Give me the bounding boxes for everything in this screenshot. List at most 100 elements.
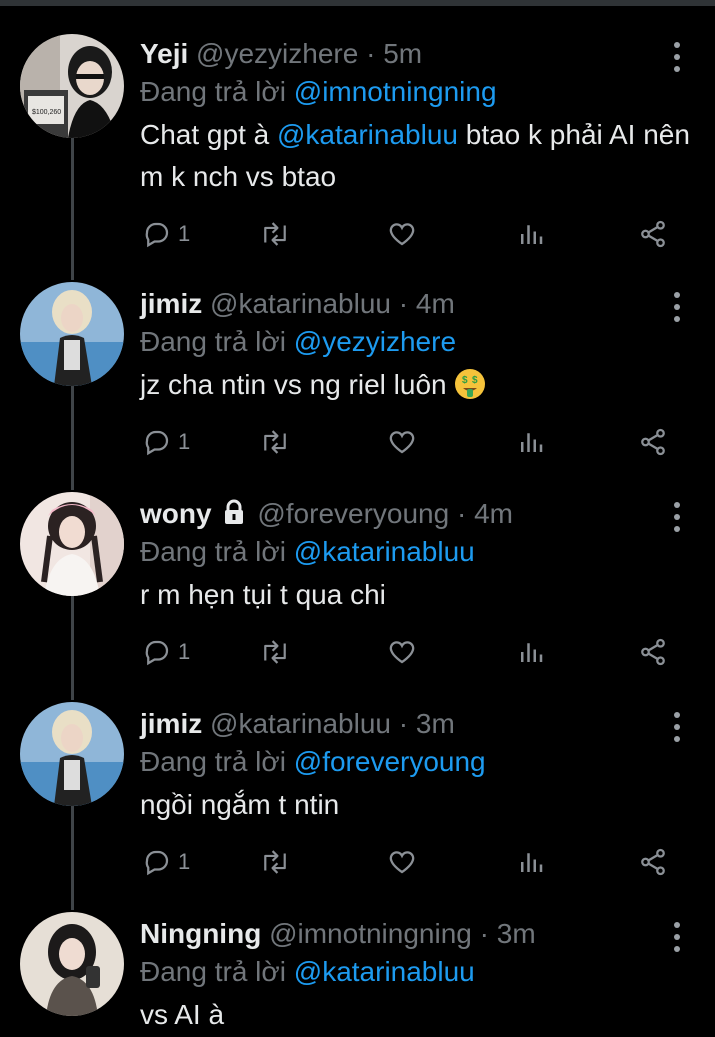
replying-to-label: Đang trả lời: [140, 746, 286, 777]
tweet[interactable]: wony @foreveryoung · 4m Đang trả lời @ka…: [0, 490, 715, 685]
tweet-text: vs AI à: [140, 994, 695, 1036]
reply-icon: [145, 430, 169, 456]
reply-button[interactable]: 1: [142, 632, 190, 672]
tweet-text: ngồi ngắm t ntin: [140, 784, 695, 826]
replying-to-label: Đang trả lời: [140, 536, 286, 567]
replying-to-mention[interactable]: @yezyizhere: [294, 326, 456, 357]
more-vertical-icon[interactable]: [664, 290, 690, 326]
username[interactable]: @katarinabluu: [210, 708, 391, 739]
views-button[interactable]: [516, 422, 546, 462]
more-vertical-icon[interactable]: [664, 40, 690, 76]
separator-dot: ·: [398, 708, 409, 739]
avatar[interactable]: [20, 912, 124, 1016]
views-icon: [521, 433, 543, 452]
share-icon: [641, 428, 665, 456]
svg-text:$: $: [472, 375, 478, 386]
replying-to-label: Đang trả lời: [140, 76, 286, 107]
retweet-icon: [264, 850, 286, 874]
retweet-button[interactable]: [258, 842, 292, 882]
tweet[interactable]: jimiz @katarinabluu · 4m Đang trả lời @y…: [0, 280, 715, 475]
tweet[interactable]: jimiz @katarinabluu · 3m Đang trả lời @f…: [0, 700, 715, 895]
retweet-button[interactable]: [258, 214, 292, 254]
replying-to: Đang trả lời @imnotningning: [140, 76, 497, 108]
like-button[interactable]: [386, 632, 418, 672]
separator-dot: ·: [479, 918, 489, 949]
username[interactable]: @foreveryoung: [257, 498, 449, 529]
reply-icon: [145, 850, 169, 876]
tweet-header: Ningning @imnotningning · 3m: [140, 918, 536, 950]
views-icon: [521, 643, 543, 662]
avatar[interactable]: $100,260: [20, 34, 124, 138]
views-button[interactable]: [516, 632, 546, 672]
tweet-text-part: Chat gpt à: [140, 119, 277, 150]
reply-button[interactable]: 1: [142, 842, 190, 882]
views-button[interactable]: [516, 214, 546, 254]
views-icon: [521, 225, 543, 244]
heart-icon: [389, 851, 415, 874]
heart-icon: [389, 641, 415, 664]
like-button[interactable]: [386, 214, 418, 254]
share-button[interactable]: [638, 842, 668, 882]
separator-dot: ·: [398, 288, 409, 319]
replying-to-mention[interactable]: @imnotningning: [294, 76, 497, 107]
tweet-header: Yeji @yezyizhere · 5m: [140, 38, 422, 70]
views-icon: [521, 853, 543, 872]
tweet-text-part: ngồi ngắm t ntin: [140, 789, 340, 820]
display-name[interactable]: jimiz: [140, 708, 202, 739]
tweet-mention[interactable]: @katarinabluu: [277, 119, 458, 150]
more-vertical-icon[interactable]: [664, 500, 690, 536]
separator-dot: ·: [366, 38, 376, 69]
timestamp[interactable]: 5m: [383, 38, 422, 69]
retweet-button[interactable]: [258, 422, 292, 462]
avatar[interactable]: [20, 702, 124, 806]
replying-to-label: Đang trả lời: [140, 956, 286, 987]
heart-icon: [389, 431, 415, 454]
replying-to: Đang trả lời @katarinabluu: [140, 536, 475, 568]
share-icon: [641, 848, 665, 876]
display-name[interactable]: Yeji: [140, 38, 188, 69]
timestamp[interactable]: 4m: [474, 498, 513, 529]
like-button[interactable]: [386, 422, 418, 462]
avatar[interactable]: [20, 492, 124, 596]
reply-button[interactable]: 1: [142, 422, 190, 462]
reply-button[interactable]: 1: [142, 214, 190, 254]
retweet-icon: [264, 640, 286, 664]
display-name[interactable]: wony: [140, 498, 212, 529]
avatar[interactable]: [20, 282, 124, 386]
tweet-actions: 1: [140, 632, 695, 672]
retweet-button[interactable]: [258, 632, 292, 672]
more-vertical-icon[interactable]: [664, 710, 690, 746]
timestamp[interactable]: 3m: [416, 708, 455, 739]
username[interactable]: @katarinabluu: [210, 288, 391, 319]
tweet[interactable]: $100,260 Yeji @yezyizhere · 5m Đang trả …: [0, 30, 715, 265]
retweet-icon: [264, 430, 286, 454]
username[interactable]: @imnotningning: [269, 918, 472, 949]
tweet[interactable]: Ningning @imnotningning · 3m Đang trả lờ…: [0, 910, 715, 1037]
timestamp[interactable]: 3m: [497, 918, 536, 949]
display-name[interactable]: jimiz: [140, 288, 202, 319]
tweet-text: r m hẹn tụi t qua chi: [140, 574, 695, 616]
views-button[interactable]: [516, 842, 546, 882]
share-button[interactable]: [638, 632, 668, 672]
replying-to: Đang trả lời @foreveryoung: [140, 746, 486, 778]
replying-to-mention[interactable]: @katarinabluu: [294, 956, 475, 987]
share-button[interactable]: [638, 214, 668, 254]
replying-to: Đang trả lời @katarinabluu: [140, 956, 475, 988]
timestamp[interactable]: 4m: [416, 288, 455, 319]
replying-to-mention[interactable]: @foreveryoung: [294, 746, 486, 777]
display-name[interactable]: Ningning: [140, 918, 261, 949]
reply-icon: [145, 222, 169, 248]
reply-count: 1: [178, 221, 191, 246]
like-button[interactable]: [386, 842, 418, 882]
tweet-text-part: jz cha ntin vs ng riel luôn: [140, 369, 447, 400]
tweet-text-part: r m hẹn tụi t qua chi: [140, 579, 386, 610]
share-button[interactable]: [638, 422, 668, 462]
tweet-actions: 1: [140, 842, 695, 882]
reply-count: 1: [178, 429, 191, 454]
more-vertical-icon[interactable]: [664, 920, 690, 956]
reply-count: 1: [178, 849, 191, 874]
replying-to-mention[interactable]: @katarinabluu: [294, 536, 475, 567]
share-icon: [641, 220, 665, 248]
username[interactable]: @yezyizhere: [196, 38, 358, 69]
replying-to: Đang trả lời @yezyizhere: [140, 326, 456, 358]
